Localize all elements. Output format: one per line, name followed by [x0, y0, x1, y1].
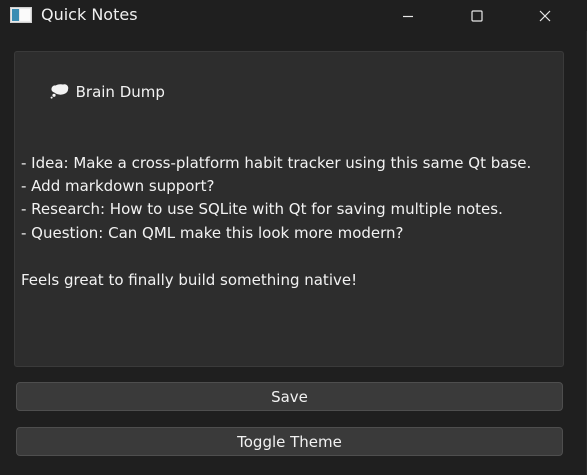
close-button[interactable]	[522, 0, 568, 31]
note-heading: Brain Dump	[75, 83, 165, 102]
maximize-icon	[471, 9, 483, 22]
note-line: - Research: How to use SQLite with Qt fo…	[21, 200, 503, 219]
note-line: - Question: Can QML make this look more …	[21, 223, 404, 242]
notepad-icon	[10, 7, 32, 23]
window-title: Quick Notes	[41, 5, 138, 24]
note-line: Feels great to finally build something n…	[21, 270, 358, 289]
note-line	[21, 128, 557, 151]
note-heading-line: Brain Dump	[21, 58, 557, 128]
minimize-button[interactable]	[385, 0, 431, 31]
quick-notes-window: Quick Notes Brain Dump - Idea: Make a cr…	[0, 0, 587, 475]
note-line	[21, 245, 557, 268]
note-line: - Idea: Make a cross-platform habit trac…	[21, 153, 532, 172]
toggle-theme-button[interactable]: Toggle Theme	[16, 427, 563, 456]
note-text-area[interactable]: Brain Dump - Idea: Make a cross-platform…	[14, 51, 564, 367]
save-button[interactable]: Save	[16, 382, 563, 411]
maximize-button[interactable]	[454, 0, 500, 31]
thought-bubble-icon	[50, 84, 68, 100]
close-icon	[539, 10, 551, 21]
title-bar[interactable]: Quick Notes	[0, 0, 587, 31]
minimize-icon	[403, 15, 413, 17]
note-line: - Add markdown support?	[21, 177, 215, 196]
